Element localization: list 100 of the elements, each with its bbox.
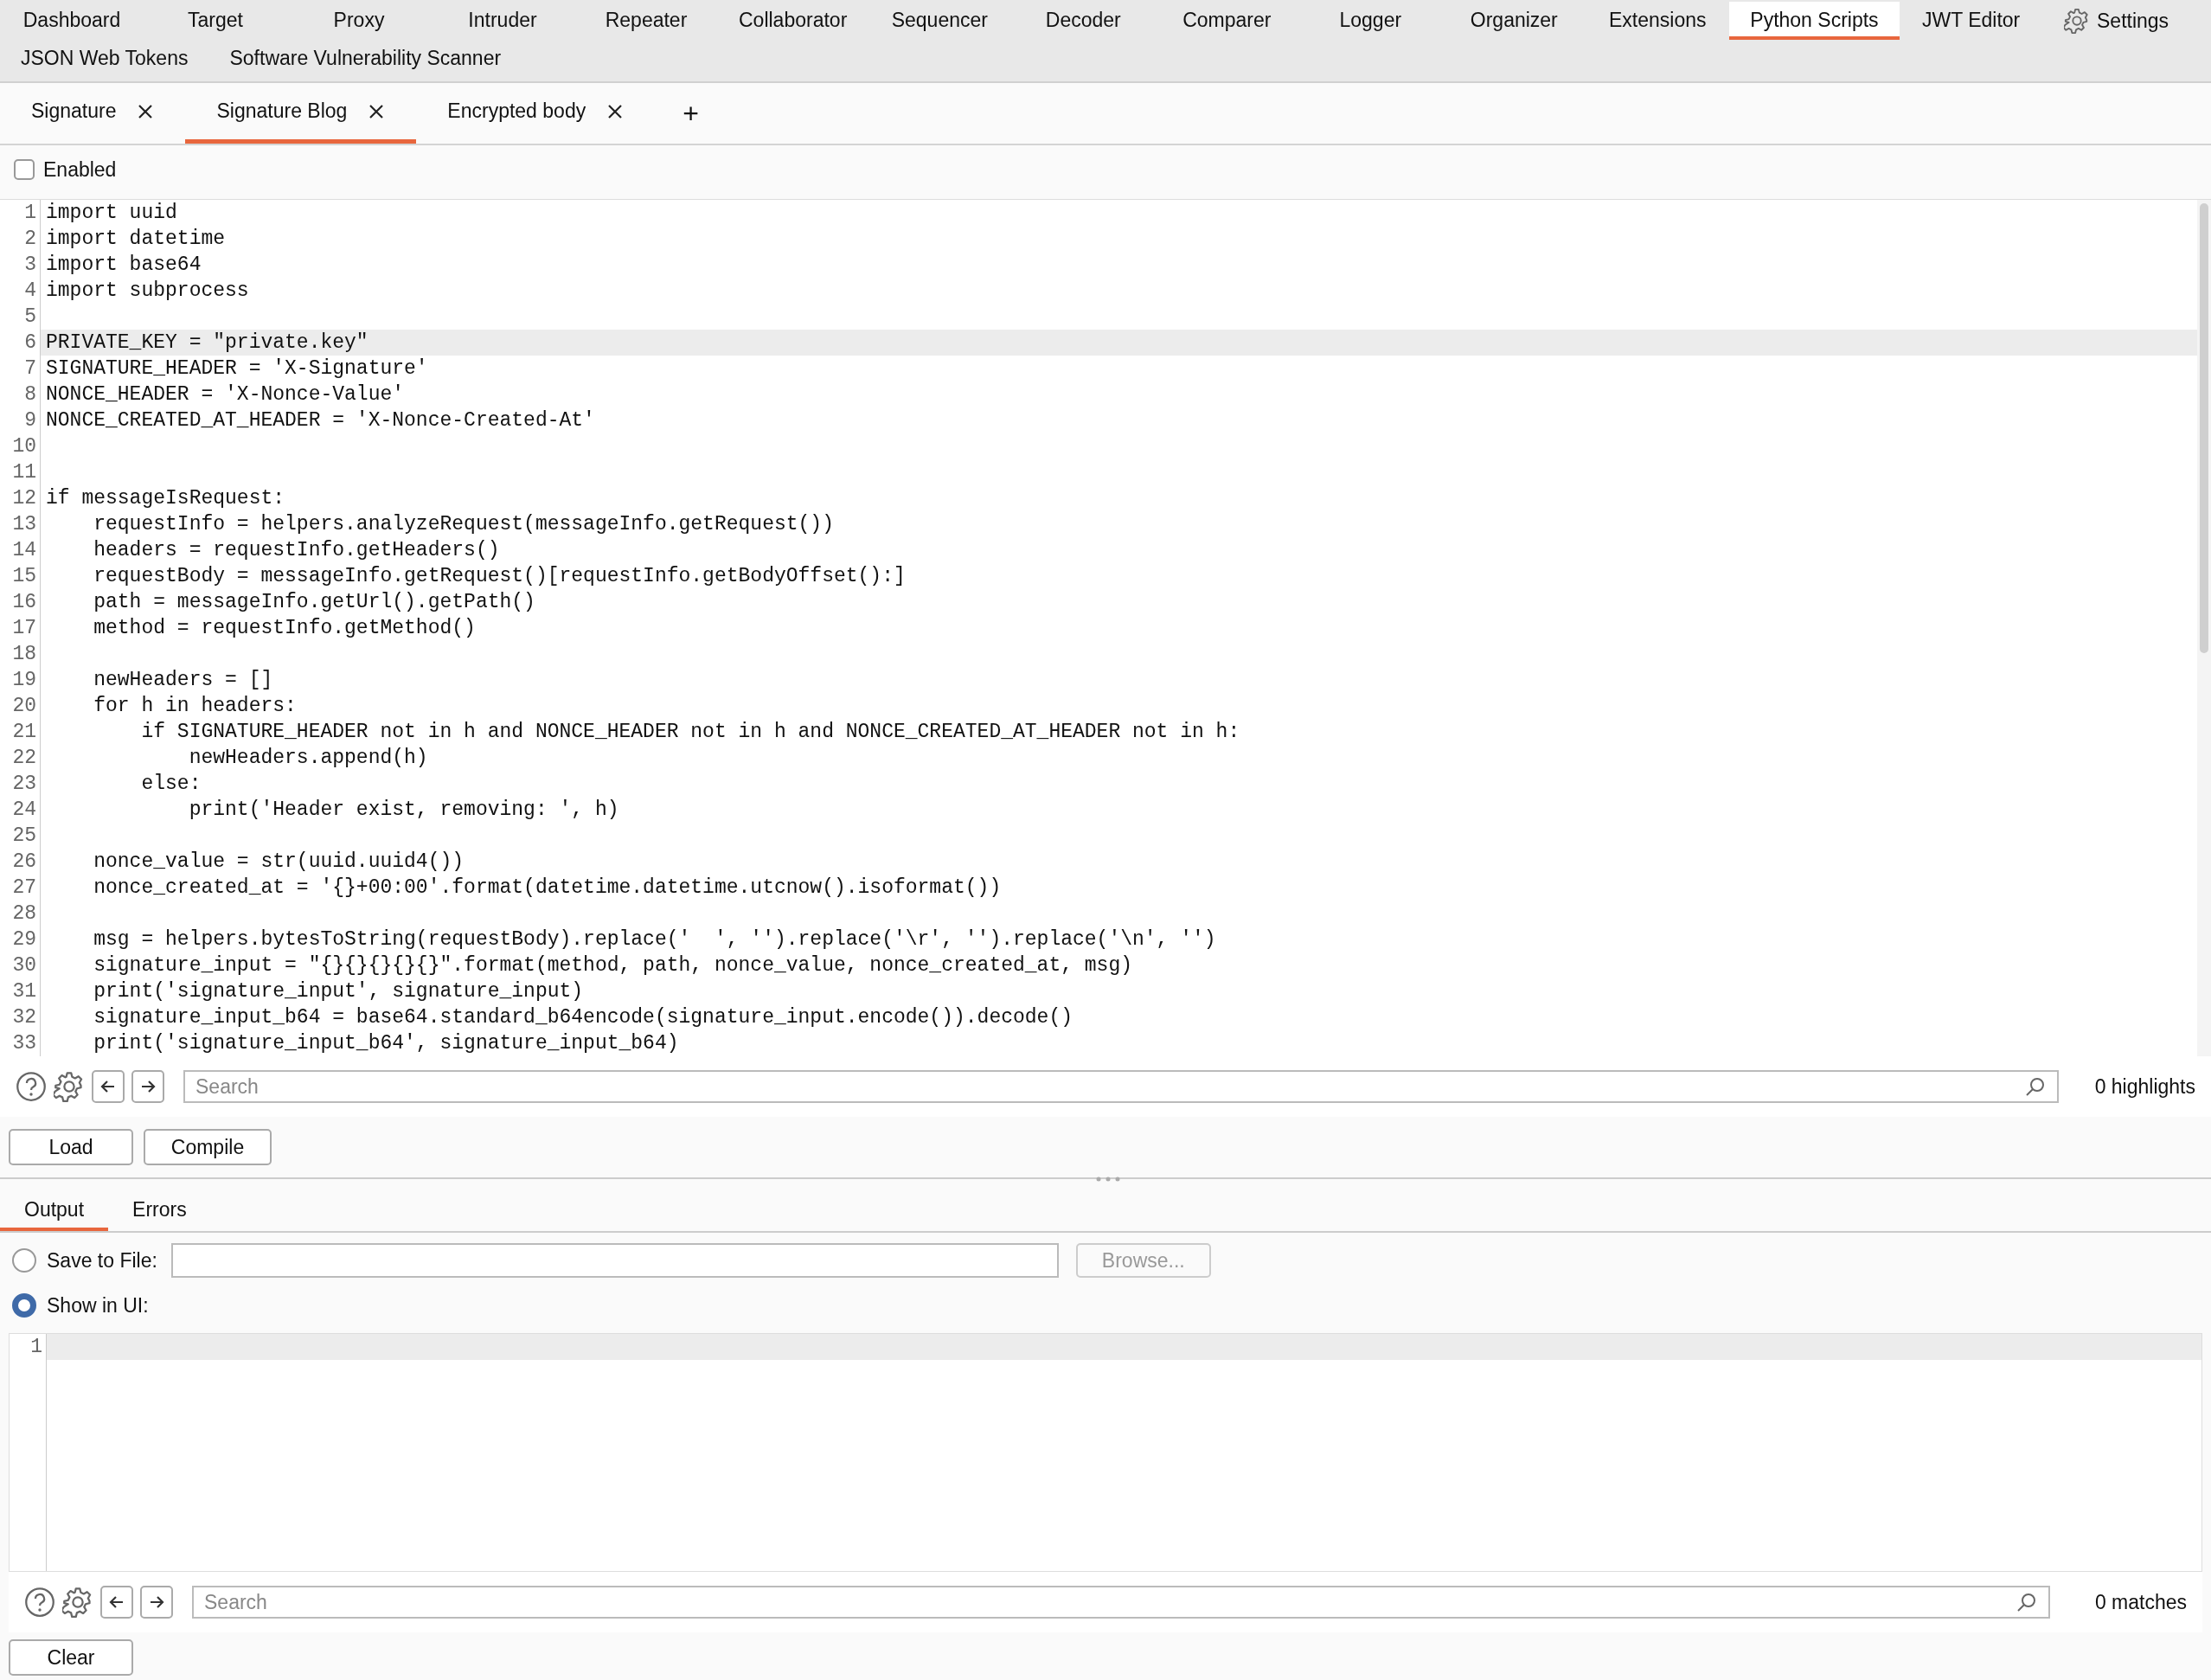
forward-button[interactable] bbox=[131, 1070, 164, 1103]
code-line: print('signature_input_b64', signature_input_b64) bbox=[93, 1031, 680, 1056]
code-line: msg = helpers.bytesToString(requestBody).replace(' ', '').replace('\r', '').replace('\n', '') bbox=[93, 927, 1217, 952]
code-line: if SIGNATURE_HEADER not in h and NONCE_HEADER not in h and NONCE_CREATED_AT_HEADER not in h: bbox=[140, 720, 1241, 745]
nav-tab[interactable]: Sequencer bbox=[868, 2, 1012, 40]
close-icon[interactable] bbox=[368, 102, 386, 120]
match-count: 0 matches bbox=[2093, 1590, 2187, 1614]
line-number: 21 bbox=[11, 720, 37, 745]
nav-tab[interactable]: Collaborator bbox=[718, 2, 868, 40]
code-line: if messageIsRequest: bbox=[45, 486, 286, 511]
line-number: 16 bbox=[11, 590, 37, 615]
radio-button[interactable] bbox=[12, 1248, 36, 1273]
line-number: 2 bbox=[23, 227, 37, 252]
close-icon[interactable] bbox=[606, 102, 625, 120]
line-number: 23 bbox=[11, 772, 37, 797]
line-number: 20 bbox=[11, 694, 37, 719]
nav-tab[interactable]: Repeater bbox=[574, 2, 718, 40]
enabled-checkbox[interactable] bbox=[14, 159, 35, 180]
line-number: 32 bbox=[11, 1005, 37, 1030]
radio-label: Save to File: bbox=[47, 1248, 157, 1273]
output-tab[interactable]: Errors bbox=[108, 1191, 211, 1231]
script-tab[interactable]: Signature Blog bbox=[185, 83, 417, 144]
line-number: 12 bbox=[11, 486, 37, 511]
search-icon bbox=[2016, 1591, 2038, 1613]
line-number: 17 bbox=[11, 616, 37, 641]
splitter-handle-icon[interactable] bbox=[1095, 1177, 1121, 1182]
file-path-field[interactable] bbox=[170, 1243, 1059, 1278]
line-number: 26 bbox=[11, 850, 37, 875]
line-number: 15 bbox=[11, 564, 37, 589]
line-number: 9 bbox=[23, 408, 37, 433]
line-number: 4 bbox=[23, 279, 37, 304]
line-number: 18 bbox=[11, 642, 37, 667]
match-count: 0 highlights bbox=[2093, 1074, 2195, 1099]
nav-tab[interactable]: Comparer bbox=[1155, 2, 1299, 40]
nav-tab[interactable]: Extensions bbox=[1586, 2, 1730, 40]
close-icon[interactable] bbox=[137, 102, 155, 120]
code-line: nonce_value = str(uuid.uuid4()) bbox=[93, 850, 465, 875]
code-line: method = requestInfo.getMethod() bbox=[93, 616, 477, 641]
code-line: import uuid bbox=[45, 201, 178, 226]
nav-tab[interactable]: Software Vulnerability Scanner bbox=[208, 40, 522, 78]
code-line: signature_input = "{}{}{}{}{}".format(method, path, nonce_value, nonce_created_at, msg) bbox=[93, 953, 1133, 978]
line-number: 3 bbox=[23, 253, 37, 278]
line-number: 33 bbox=[11, 1031, 37, 1056]
settings-icon[interactable] bbox=[2064, 8, 2090, 34]
line-number: 5 bbox=[23, 305, 37, 330]
line-number: 19 bbox=[11, 668, 37, 693]
code-line: import base64 bbox=[45, 253, 202, 278]
line-number: 30 bbox=[11, 953, 37, 978]
script-tab[interactable]: Encrypted body bbox=[416, 83, 656, 144]
code-line: import datetime bbox=[45, 227, 227, 252]
add-tab-button[interactable]: + bbox=[672, 97, 709, 130]
nav-tab[interactable]: Dashboard bbox=[0, 2, 144, 40]
back-button[interactable] bbox=[92, 1070, 125, 1103]
compile-button[interactable]: Compile bbox=[144, 1129, 272, 1165]
line-number: 11 bbox=[11, 460, 37, 485]
code-line: requestInfo = helpers.analyzeRequest(messageInfo.getRequest()) bbox=[93, 512, 835, 537]
back-button[interactable] bbox=[100, 1586, 133, 1619]
nav-tab[interactable]: Proxy bbox=[287, 2, 431, 40]
code-line: NONCE_CREATED_AT_HEADER = 'X-Nonce-Created-At' bbox=[45, 408, 596, 433]
code-line: SIGNATURE_HEADER = 'X-Signature' bbox=[45, 356, 429, 382]
script-tab[interactable]: Signature bbox=[0, 83, 186, 144]
nav-tab[interactable]: Organizer bbox=[1442, 2, 1586, 40]
clear-button[interactable]: Clear bbox=[9, 1639, 133, 1676]
code-line: nonce_created_at = '{}+00:00'.format(datetime.datetime.utcnow().isoformat()) bbox=[93, 875, 1003, 901]
line-number: 1 bbox=[23, 201, 37, 226]
line-number: 28 bbox=[11, 901, 37, 927]
nav-tab[interactable]: JSON Web Tokens bbox=[0, 40, 209, 78]
code-line: print('signature_input', signature_input) bbox=[93, 979, 585, 1004]
nav-tab[interactable]: Decoder bbox=[1011, 2, 1156, 40]
settings-icon[interactable] bbox=[54, 1071, 85, 1102]
settings-label[interactable]: Settings bbox=[2097, 9, 2169, 33]
line-number: 10 bbox=[11, 434, 37, 459]
output-tab[interactable]: Output bbox=[0, 1191, 109, 1231]
line-number: 6 bbox=[23, 330, 37, 356]
forward-button[interactable] bbox=[140, 1586, 173, 1619]
code-line: newHeaders.append(h) bbox=[188, 746, 429, 771]
code-line: path = messageInfo.getUrl().getPath() bbox=[93, 590, 536, 615]
help-icon[interactable] bbox=[24, 1587, 55, 1618]
code-line: else: bbox=[140, 772, 202, 797]
radio-button[interactable] bbox=[12, 1293, 36, 1318]
tab-label[interactable]: Encrypted body bbox=[447, 99, 586, 123]
tab-label[interactable]: Signature Blog bbox=[216, 99, 348, 123]
tab-label[interactable]: Signature bbox=[31, 99, 117, 123]
line-number: 7 bbox=[23, 356, 37, 382]
line-number: 29 bbox=[11, 927, 37, 952]
code-line: headers = requestInfo.getHeaders() bbox=[93, 538, 501, 563]
code-line: print('Header exist, removing: ', h) bbox=[188, 798, 620, 823]
nav-tab[interactable]: Python Scripts bbox=[1729, 2, 1900, 40]
load-button[interactable]: Load bbox=[9, 1129, 133, 1165]
search-field[interactable]: Search bbox=[192, 1586, 2050, 1619]
nav-tab[interactable]: Target bbox=[144, 2, 287, 40]
nav-tab[interactable]: Logger bbox=[1298, 2, 1443, 40]
line-number: 24 bbox=[11, 798, 37, 823]
search-field[interactable]: Search bbox=[183, 1070, 2059, 1103]
nav-tab[interactable]: JWT Editor bbox=[1899, 2, 2043, 40]
line-number: 27 bbox=[11, 875, 37, 901]
scrollbar-thumb[interactable] bbox=[2200, 203, 2208, 653]
nav-tab[interactable]: Intruder bbox=[431, 2, 574, 40]
help-icon[interactable] bbox=[16, 1071, 47, 1102]
settings-icon[interactable] bbox=[62, 1587, 93, 1618]
